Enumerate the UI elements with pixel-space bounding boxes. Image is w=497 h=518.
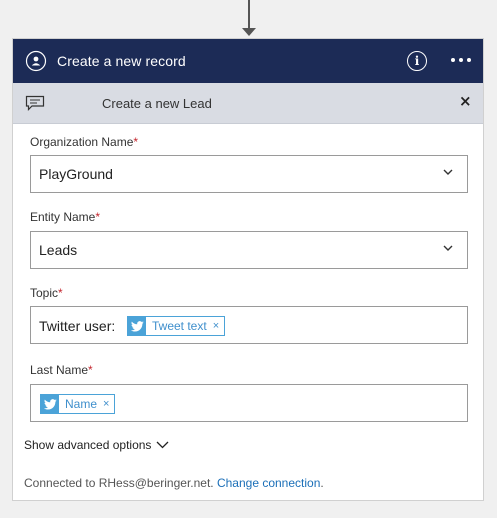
card-header[interactable]: Create a new record i bbox=[13, 39, 483, 83]
crm-connector-icon bbox=[25, 50, 47, 72]
footer-trailing: . bbox=[320, 476, 324, 490]
token-label: Tweet text bbox=[152, 319, 207, 333]
required-mark: * bbox=[88, 363, 93, 377]
chevron-down-icon bbox=[443, 169, 453, 175]
token-label: Name bbox=[65, 397, 98, 411]
dot-icon bbox=[467, 58, 471, 62]
dot-icon bbox=[459, 58, 463, 62]
required-mark: * bbox=[133, 135, 139, 149]
tweet-text-token[interactable]: Tweet text × bbox=[127, 316, 226, 336]
entity-select[interactable]: Leads bbox=[30, 231, 468, 269]
more-options-button[interactable] bbox=[451, 58, 471, 62]
organization-value: PlayGround bbox=[39, 166, 113, 182]
sub-header: Create a new Lead × bbox=[13, 83, 483, 124]
connection-footer: Connected to RHess@beringer.net. Change … bbox=[24, 476, 324, 490]
sub-header-title: Create a new Lead bbox=[102, 96, 212, 111]
topic-prefix-text: Twitter user: bbox=[39, 318, 116, 334]
token-remove-button[interactable]: × bbox=[103, 398, 109, 410]
organization-label-text: Organization Name bbox=[30, 135, 134, 149]
advanced-options-label: Show advanced options bbox=[24, 438, 152, 452]
topic-input[interactable]: Twitter user: Tweet text × bbox=[30, 306, 468, 344]
token-remove-button[interactable]: × bbox=[213, 320, 219, 332]
topic-label-text: Topic bbox=[30, 286, 59, 300]
last-name-label-text: Last Name bbox=[30, 363, 89, 377]
card-title: Create a new record bbox=[57, 53, 186, 69]
name-token[interactable]: Name × bbox=[40, 394, 116, 414]
organization-select[interactable]: PlayGround bbox=[30, 155, 468, 193]
flow-connector-arrow bbox=[242, 28, 256, 36]
dot-icon bbox=[451, 58, 455, 62]
info-icon[interactable]: i bbox=[407, 51, 427, 71]
organization-label: Organization Name* bbox=[30, 135, 138, 149]
close-button[interactable]: × bbox=[459, 92, 472, 110]
chevron-down-icon bbox=[443, 245, 453, 251]
connected-text: Connected to RHess@beringer.net. bbox=[24, 476, 214, 490]
show-advanced-options-button[interactable]: Show advanced options bbox=[24, 438, 169, 452]
entity-label: Entity Name* bbox=[30, 210, 100, 224]
comment-icon bbox=[25, 95, 45, 111]
required-mark: * bbox=[95, 210, 101, 224]
topic-label: Topic* bbox=[30, 286, 63, 300]
twitter-icon bbox=[128, 317, 146, 335]
flow-connector-line bbox=[248, 0, 250, 30]
last-name-input[interactable]: Name × bbox=[30, 384, 468, 422]
entity-label-text: Entity Name bbox=[30, 210, 96, 224]
last-name-label: Last Name* bbox=[30, 363, 93, 377]
required-mark: * bbox=[58, 286, 63, 300]
action-card: Create a new record i Create a new Lead … bbox=[12, 38, 484, 501]
change-connection-link[interactable]: Change connection bbox=[217, 476, 320, 490]
entity-value: Leads bbox=[39, 242, 78, 258]
chevron-down-icon bbox=[156, 441, 169, 449]
twitter-icon bbox=[41, 395, 59, 413]
